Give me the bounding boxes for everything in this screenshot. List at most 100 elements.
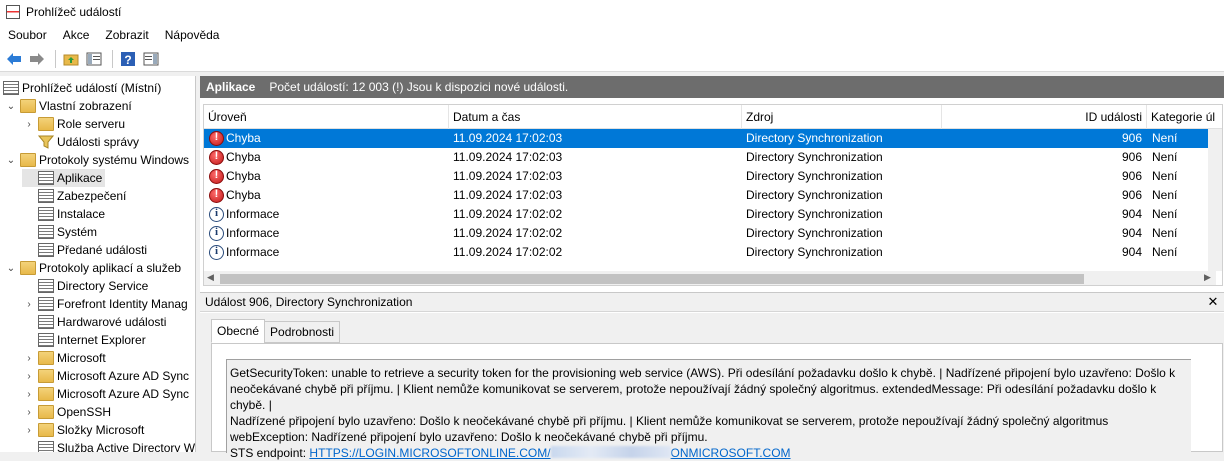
title-bar: Prohlížeč událostí [0, 0, 1224, 24]
chevron-right-icon[interactable]: › [22, 387, 36, 401]
folder-icon [20, 153, 36, 167]
tree-node-custom-views[interactable]: ⌄ Vlastní zobrazení [4, 97, 132, 115]
event-description[interactable]: GetSecurityToken: unable to retrieve a s… [226, 359, 1191, 460]
cell-date: 11.09.2024 17:02:03 [453, 169, 563, 183]
console-tree: Prohlížeč událostí (Místní) ⌄ Vlastní zob… [0, 76, 196, 452]
cell-event-id: 904 [1121, 226, 1142, 240]
cell-source: Directory Synchronization [746, 207, 883, 221]
tree-node-setup[interactable]: Instalace [22, 205, 105, 223]
forward-button[interactable] [27, 49, 47, 69]
chevron-right-icon[interactable]: › [22, 405, 36, 419]
column-source[interactable]: Zdroj [742, 105, 942, 129]
tree-node-app-services-logs[interactable]: ⌄ Protokoly aplikací a služeb [4, 259, 181, 277]
scroll-right-icon[interactable]: ▶ [1204, 272, 1211, 283]
menu-file[interactable]: Soubor [0, 25, 55, 45]
horizontal-scrollbar[interactable]: ◀ ▶ [204, 271, 1216, 285]
tree-node-active-directory-ws[interactable]: Služba Active Directory W [22, 439, 195, 452]
info-icon [209, 245, 224, 260]
tree-node-forwarded-events[interactable]: Předané události [22, 241, 147, 259]
help-button[interactable]: ? [118, 49, 138, 69]
chevron-down-icon[interactable]: ⌄ [4, 99, 18, 113]
event-viewer-icon [3, 81, 19, 95]
description-line: neočekávané chybě při příjmu. | Klient n… [230, 382, 1157, 412]
log-icon [38, 225, 54, 239]
tree-node-forefront[interactable]: › Forefront Identity Manag [22, 295, 188, 313]
up-level-button[interactable] [61, 49, 81, 69]
tree-node-label: OpenSSH [57, 405, 112, 419]
chevron-down-icon[interactable]: ⌄ [4, 153, 18, 167]
tree-node-openssh[interactable]: › OpenSSH [22, 403, 111, 421]
tree-node-label: Role serveru [57, 117, 126, 131]
chevron-right-icon[interactable]: › [22, 369, 36, 383]
vertical-scrollbar[interactable] [1208, 129, 1222, 271]
tree-node-internet-explorer[interactable]: Internet Explorer [22, 331, 146, 349]
scrollbar-thumb[interactable] [220, 274, 1084, 284]
svg-text:?: ? [124, 53, 131, 67]
tab-details[interactable]: Podrobnosti [264, 321, 341, 343]
tree-node-security[interactable]: Zabezpečení [22, 187, 126, 205]
table-row[interactable]: Informace 11.09.2024 17:02:02 Directory … [204, 243, 1216, 262]
chevron-right-icon[interactable]: › [22, 117, 36, 131]
cell-category: Není [1152, 169, 1178, 183]
tree-node-microsoft-folders[interactable]: › Složky Microsoft [22, 421, 144, 439]
folder-icon [38, 423, 54, 437]
chevron-right-icon[interactable]: › [22, 423, 36, 437]
tree-node-admin-events[interactable]: Události správy [22, 133, 139, 151]
log-icon [38, 441, 54, 452]
table-row[interactable]: Informace 11.09.2024 17:02:02 Directory … [204, 224, 1216, 243]
sts-endpoint-label: STS endpoint: [230, 446, 307, 460]
table-row[interactable]: Informace 11.09.2024 17:02:02 Directory … [204, 205, 1216, 224]
cell-source: Directory Synchronization [746, 150, 883, 164]
folder-icon [20, 99, 36, 113]
chevron-down-icon[interactable]: ⌄ [4, 261, 18, 275]
arrow-left-icon [7, 52, 21, 65]
chevron-right-icon[interactable]: › [22, 351, 36, 365]
table-row[interactable]: Chyba 11.09.2024 17:02:03 Directory Sync… [204, 148, 1216, 167]
log-icon [38, 333, 54, 347]
show-hide-tree-button[interactable] [84, 49, 104, 69]
menu-view[interactable]: Zobrazit [97, 25, 156, 45]
folder-icon [38, 405, 54, 419]
description-line: webException: Nadřízené připojení bylo u… [230, 430, 708, 444]
tree-node-azure-ad-sync-2[interactable]: › Microsoft Azure AD Sync [22, 385, 189, 403]
tree-node-label: Protokoly systému Windows [39, 153, 190, 167]
tree-node-azure-ad-sync-1[interactable]: › Microsoft Azure AD Sync [22, 367, 189, 385]
tree-node-system[interactable]: Systém [22, 223, 97, 241]
tree-node-label: Directory Service [57, 279, 149, 293]
column-category[interactable]: Kategorie úl [1147, 105, 1222, 129]
sts-endpoint-link[interactable]: HTTPS://LOGIN.MICROSOFTONLINE.COM/ONMICR… [309, 446, 791, 460]
cell-date: 11.09.2024 17:02:02 [453, 226, 563, 240]
column-date[interactable]: Datum a čas [449, 105, 742, 129]
tree-node-windows-logs[interactable]: ⌄ Protokoly systému Windows [4, 151, 189, 169]
scroll-left-icon[interactable]: ◀ [207, 272, 214, 283]
tree-node-label: Internet Explorer [57, 333, 146, 347]
chevron-right-icon[interactable]: › [22, 297, 36, 311]
menu-help[interactable]: Nápověda [157, 25, 228, 45]
info-icon [209, 207, 224, 222]
tree-node-hardware-events[interactable]: Hardwarové události [22, 313, 166, 331]
tab-general[interactable]: Obecné [211, 319, 266, 343]
table-row[interactable]: Chyba 11.09.2024 17:02:03 Directory Sync… [204, 129, 1216, 148]
cell-source: Directory Synchronization [746, 131, 883, 145]
event-detail-title: Událost 906, Directory Synchronization [205, 295, 413, 309]
menu-action[interactable]: Akce [55, 25, 98, 45]
action-pane-button[interactable] [141, 49, 161, 69]
column-event-id[interactable]: ID události [942, 105, 1147, 129]
tree-node-directory-service[interactable]: Directory Service [22, 277, 148, 295]
cell-level: Informace [226, 226, 280, 240]
column-level[interactable]: Úroveň [204, 105, 449, 129]
folder-icon [38, 387, 54, 401]
tree-node-microsoft[interactable]: › Microsoft [22, 349, 106, 367]
back-button[interactable] [4, 49, 24, 69]
table-row[interactable]: Chyba 11.09.2024 17:02:03 Directory Sync… [204, 167, 1216, 186]
cell-source: Directory Synchronization [746, 226, 883, 240]
close-icon[interactable]: ✕ [1206, 295, 1220, 309]
toolbar-separator [112, 49, 113, 68]
tree-node-label: Služba Active Directory W [57, 441, 196, 452]
tree-node-server-roles[interactable]: › Role serveru [22, 115, 125, 133]
table-row[interactable]: Chyba 11.09.2024 17:02:03 Directory Sync… [204, 186, 1216, 205]
tree-node-application[interactable]: Aplikace [22, 169, 106, 187]
cell-source: Directory Synchronization [746, 169, 883, 183]
tree-root[interactable]: Prohlížeč událostí (Místní) [3, 79, 161, 97]
log-icon [38, 279, 54, 293]
